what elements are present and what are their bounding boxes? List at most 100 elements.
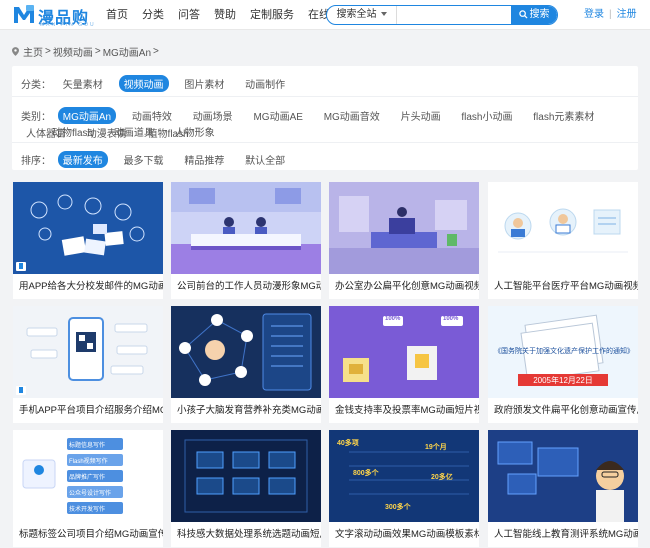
nav-category[interactable]: 分类 bbox=[142, 0, 164, 30]
card-thumbnail bbox=[171, 306, 321, 398]
phone-app-illustration-icon bbox=[26, 317, 148, 381]
breadcrumb-separator: > bbox=[94, 46, 101, 57]
media-type-badge bbox=[16, 386, 26, 395]
tag-label: 技术开发写作 bbox=[69, 507, 106, 513]
resource-card[interactable]: 《国务院关于加强文化遗产保护工作的通知》 2005年12月22日 政府颁发文件扁… bbox=[488, 306, 638, 423]
category-option[interactable]: MG动画AE bbox=[248, 107, 307, 124]
resource-card[interactable]: 科技感大数据处理系统选题动画短片... bbox=[171, 430, 321, 547]
card-title[interactable]: 用APP给各大分校发邮件的MG动画... bbox=[13, 274, 163, 299]
category-option[interactable]: 动物flash bbox=[47, 123, 98, 140]
card-title[interactable]: 人工智能平台医疗平台MG动画视频... bbox=[488, 274, 638, 299]
register-link[interactable]: 注册 bbox=[617, 9, 637, 20]
category-option[interactable]: flash小动画 bbox=[456, 107, 517, 124]
percent-label: 100% bbox=[443, 316, 459, 322]
resource-card[interactable]: 办公室办公扁平化创意MG动画视频... bbox=[329, 182, 479, 299]
search-button[interactable]: 搜索 bbox=[511, 6, 557, 24]
sort-option-featured[interactable]: 精品推荐 bbox=[179, 151, 229, 168]
type-option-animation[interactable]: 动画制作 bbox=[240, 75, 290, 92]
resource-card[interactable]: 标题信息写作 Flash视频写作 品牌推广写作 公众号设计写作 技术开发写作 标… bbox=[13, 430, 163, 547]
document-title: 《国务院关于加强文化遗产保护工作的通知》 bbox=[494, 348, 634, 355]
card-thumbnail: 《国务院关于加强文化遗产保护工作的通知》 2005年12月22日 bbox=[488, 306, 638, 398]
category-option[interactable]: 动画道具 bbox=[109, 123, 159, 140]
card-title[interactable]: 公司前台的工作人员动漫形象MG动... bbox=[171, 274, 321, 299]
breadcrumb-current[interactable]: MG动画An bbox=[103, 44, 151, 59]
card-title[interactable]: 人工智能线上教育测评系统MG动画... bbox=[488, 522, 638, 547]
category-option[interactable]: 动画场景 bbox=[188, 107, 238, 124]
big-data-illustration-icon bbox=[184, 439, 308, 513]
breadcrumb-separator: > bbox=[153, 46, 159, 57]
medical-ai-illustration-icon bbox=[498, 208, 628, 253]
chevron-down-icon bbox=[380, 12, 387, 17]
category-option[interactable]: 人物形象 bbox=[170, 123, 220, 140]
search-bar: 搜索全站 搜索 bbox=[326, 5, 558, 25]
card-thumbnail: 标题信息写作 Flash视频写作 品牌推广写作 公众号设计写作 技术开发写作 bbox=[13, 430, 163, 522]
resource-card[interactable]: 公司前台的工作人员动漫形象MG动... bbox=[171, 182, 321, 299]
card-title[interactable]: 金钱支持率及投票率MG动画短片视频... bbox=[329, 398, 479, 423]
screen-word: 40多项 bbox=[337, 440, 359, 447]
breadcrumb-home[interactable]: 主页 bbox=[23, 44, 43, 59]
top-header: 漫品购 MAN PIN GOU 首页 分类 问答 赞助 定制服务 在线客服 搜索… bbox=[0, 0, 650, 30]
logo-subtext: MAN PIN GOU bbox=[40, 22, 96, 28]
search-input[interactable] bbox=[399, 6, 511, 24]
card-title[interactable]: 标题标签公司项目介绍MG动画宣传片... bbox=[13, 522, 163, 547]
category-filter-label: 类别： bbox=[21, 112, 51, 123]
card-thumbnail bbox=[13, 306, 163, 398]
resource-card[interactable]: 40多项 19个月 800多个 20多亿 300多个 文字滚动动画效果MG动画模… bbox=[329, 430, 479, 547]
type-option-image[interactable]: 图片素材 bbox=[179, 75, 229, 92]
sort-filter-row: 排序： 最新发布 最多下载 精品推荐 默认全部 bbox=[21, 151, 298, 168]
resource-card[interactable]: 手机APP平台项目介绍服务介绍MG... bbox=[13, 306, 163, 423]
login-link[interactable]: 登录 bbox=[584, 9, 604, 20]
auth-separator: | bbox=[609, 9, 612, 20]
type-filter-label: 分类： bbox=[21, 80, 51, 91]
type-option-vector[interactable]: 矢量素材 bbox=[58, 75, 108, 92]
tag-label: 公众号设计写作 bbox=[69, 491, 112, 497]
category-option[interactable]: flash元素素材 bbox=[528, 107, 599, 124]
card-title[interactable]: 办公室办公扁平化创意MG动画视频... bbox=[329, 274, 479, 299]
category-option[interactable]: MG动画音效 bbox=[319, 107, 385, 124]
tag-label: 品牌推广写作 bbox=[69, 475, 106, 481]
tag-label: Flash视频写作 bbox=[69, 459, 108, 465]
card-title[interactable]: 科技感大数据处理系统选题动画短片... bbox=[171, 522, 321, 547]
sort-option-newest[interactable]: 最新发布 bbox=[57, 151, 108, 168]
search-button-label: 搜索 bbox=[529, 9, 550, 20]
search-icon bbox=[518, 10, 528, 19]
site-logo[interactable]: 漫品购 MAN PIN GOU bbox=[12, 2, 100, 28]
card-title[interactable]: 政府颁发文件扁平化创意动画宣传片... bbox=[488, 398, 638, 423]
search-scope-select[interactable]: 搜索全站 bbox=[327, 6, 397, 24]
card-title[interactable]: 文字滚动动画效果MG动画模板素材 bbox=[329, 522, 479, 547]
card-thumbnail: 40多项 19个月 800多个 20多亿 300多个 bbox=[329, 430, 479, 522]
reception-desk-illustration-icon bbox=[171, 182, 321, 274]
resource-card[interactable]: 人工智能平台医疗平台MG动画视频... bbox=[488, 182, 638, 299]
screen-word: 19个月 bbox=[425, 444, 447, 451]
sort-option-most-downloads[interactable]: 最多下载 bbox=[119, 151, 169, 168]
filter-divider bbox=[12, 96, 638, 97]
nav-sponsor[interactable]: 赞助 bbox=[214, 0, 236, 30]
category-option[interactable]: MG动画An bbox=[57, 107, 117, 124]
resource-card[interactable]: 用APP给各大分校发邮件的MG动画... bbox=[13, 182, 163, 299]
card-thumbnail bbox=[488, 182, 638, 274]
card-title[interactable]: 手机APP平台项目介绍服务介绍MG... bbox=[13, 398, 163, 423]
location-pin-icon bbox=[12, 47, 19, 56]
breadcrumb-video[interactable]: 视频动画 bbox=[53, 44, 93, 59]
resource-card[interactable]: 人工智能线上教育测评系统MG动画... bbox=[488, 430, 638, 547]
media-type-badge bbox=[16, 262, 26, 271]
type-filter-row: 分类： 矢量素材 视频动画 图片素材 动画制作 bbox=[21, 75, 298, 92]
resource-card[interactable]: 100% 100% 金钱支持率及投票率MG动画短片视频... bbox=[329, 306, 479, 423]
sort-option-all[interactable]: 默认全部 bbox=[240, 151, 290, 168]
nav-home[interactable]: 首页 bbox=[106, 0, 128, 30]
tag-label: 标题信息写作 bbox=[69, 443, 106, 449]
type-option-video[interactable]: 视频动画 bbox=[118, 75, 169, 92]
card-thumbnail bbox=[171, 182, 321, 274]
document-date: 2005年12月22日 bbox=[533, 376, 593, 385]
office-illustration-icon bbox=[329, 196, 479, 274]
nav-custom-service[interactable]: 定制服务 bbox=[250, 0, 294, 30]
screen-word: 20多亿 bbox=[431, 474, 453, 481]
card-title[interactable]: 小孩子大脑发育营养补充类MG动画... bbox=[171, 398, 321, 423]
nav-qa[interactable]: 问答 bbox=[178, 0, 200, 30]
category-option[interactable]: 动画特效 bbox=[127, 107, 177, 124]
screen-word: 300多个 bbox=[385, 504, 411, 511]
category-option[interactable]: 片头动画 bbox=[396, 107, 446, 124]
resource-card[interactable]: 小孩子大脑发育营养补充类MG动画... bbox=[171, 306, 321, 423]
filter-divider bbox=[12, 142, 638, 143]
filter-panel: 分类： 矢量素材 视频动画 图片素材 动画制作 类别： MG动画An 动画特效 … bbox=[12, 66, 638, 170]
